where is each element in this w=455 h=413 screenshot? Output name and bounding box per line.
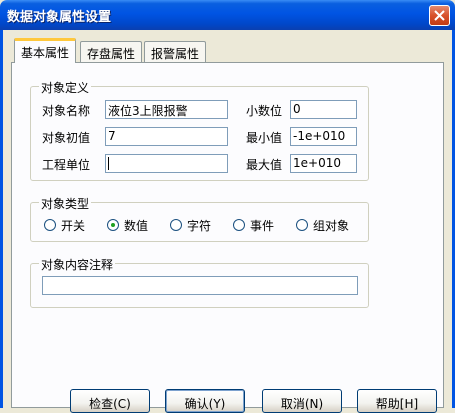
title-bar[interactable]: 数据对象属性设置: [0, 0, 455, 30]
help-button[interactable]: 帮助[H]: [357, 389, 437, 413]
radio-group-object[interactable]: [296, 219, 308, 231]
radio-event[interactable]: [233, 219, 245, 231]
group-label: 对象定义: [39, 79, 92, 96]
radio-switch[interactable]: [44, 219, 56, 231]
text-caret: [108, 157, 109, 170]
initial-value-label: 对象初值: [42, 131, 91, 145]
radio-numeric[interactable]: [107, 219, 119, 231]
min-value-input[interactable]: -1e+010: [290, 127, 357, 146]
radio-string-label: 字符: [187, 219, 212, 233]
tab-label: 报警属性: [151, 47, 200, 61]
radio-numeric-label: 数值: [124, 219, 149, 233]
close-button[interactable]: [429, 5, 450, 26]
tab-basic-properties[interactable]: 基本属性: [14, 38, 77, 63]
group-label: 对象内容注释: [39, 256, 116, 273]
tab-alarm-properties[interactable]: 报警属性: [144, 41, 207, 63]
group-label: 对象类型: [39, 195, 92, 212]
unit-input[interactable]: [105, 154, 228, 173]
max-value-label: 最大值: [246, 158, 283, 172]
tab-label: 存盘属性: [87, 47, 136, 61]
min-value-label: 最小值: [246, 131, 283, 145]
cancel-button[interactable]: 取消(N): [262, 389, 342, 413]
radio-switch-label: 开关: [61, 219, 86, 233]
decimals-input[interactable]: 0: [290, 100, 357, 119]
radio-group-object-label: 组对象: [313, 219, 350, 233]
name-label: 对象名称: [42, 104, 91, 118]
close-icon: [434, 10, 445, 21]
name-input[interactable]: 液位3上限报警: [105, 100, 228, 119]
confirm-button[interactable]: 确认(Y): [165, 389, 245, 413]
window-title: 数据对象属性设置: [7, 10, 112, 25]
decimals-label: 小数位: [246, 104, 283, 118]
radio-event-label: 事件: [250, 219, 275, 233]
radio-string[interactable]: [170, 219, 182, 231]
max-value-input[interactable]: 1e+010: [290, 154, 357, 173]
check-button[interactable]: 检查(C): [70, 389, 150, 413]
initial-value-input[interactable]: 7: [105, 127, 228, 146]
tab-storage-properties[interactable]: 存盘属性: [80, 41, 143, 63]
tab-label: 基本属性: [21, 46, 70, 60]
comment-input[interactable]: [42, 276, 358, 295]
unit-label: 工程单位: [42, 158, 91, 172]
